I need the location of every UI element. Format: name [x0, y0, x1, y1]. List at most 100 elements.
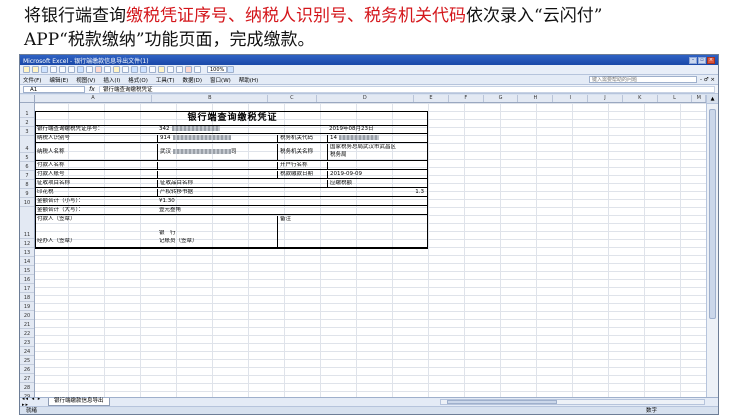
research-icon[interactable] — [86, 66, 93, 73]
payer-account-label: 付款人账号 — [37, 171, 65, 177]
sort-asc-icon[interactable] — [167, 66, 174, 73]
menu-data[interactable]: 数据(D) — [183, 76, 203, 84]
horizontal-scroll-thumb[interactable] — [447, 400, 557, 404]
row-header[interactable]: 4 — [20, 136, 34, 153]
sheet-tab[interactable]: 银行端缴款信息导出 — [48, 398, 110, 406]
column-header[interactable]: H — [518, 95, 554, 102]
help-icon[interactable] — [227, 66, 235, 73]
worksheet-grid[interactable]: ABCDEFGHIJKLM 1 2 3 4 5 6 7 8 9 10 11 12 13 14 15 16 17 1… — [20, 95, 718, 397]
row-header[interactable]: 2 — [20, 118, 34, 127]
total-upper-label: 金额合计（大写）： — [37, 207, 84, 213]
row-header[interactable]: 20 — [20, 311, 34, 320]
column-header[interactable]: G — [484, 95, 519, 102]
row-header[interactable]: 19 — [20, 302, 34, 311]
close-button[interactable]: × — [707, 56, 715, 64]
row-header[interactable]: 11 — [20, 207, 34, 239]
restore-button[interactable]: ▫ — [698, 56, 706, 64]
hyperlink-icon[interactable] — [149, 66, 156, 73]
workbook-window-controls[interactable]: - ♂ × — [697, 77, 715, 83]
select-all-corner[interactable] — [20, 95, 35, 102]
row-header[interactable]: 10 — [20, 198, 34, 207]
column-header[interactable]: B — [152, 95, 269, 102]
payment-date-value: 2019-09-09 — [327, 171, 428, 178]
tax-office-code-label: 税务机关代码 — [277, 135, 327, 142]
vertical-scrollbar[interactable]: ▲ — [706, 95, 718, 397]
row-header[interactable]: 21 — [20, 320, 34, 329]
row-header[interactable]: 24 — [20, 347, 34, 356]
formula-input[interactable]: 银行端查询缴税凭证 — [99, 85, 715, 93]
row-header[interactable]: 15 — [20, 266, 34, 275]
row-header[interactable]: 27 — [20, 374, 34, 383]
menu-file[interactable]: 文件(F) — [23, 76, 41, 84]
redo-icon[interactable] — [140, 66, 147, 73]
menu-window[interactable]: 窗口(W) — [210, 76, 231, 84]
row-header[interactable]: 25 — [20, 356, 34, 365]
menu-format[interactable]: 格式(O) — [128, 76, 148, 84]
row-header[interactable]: 23 — [20, 338, 34, 347]
row-header[interactable]: 14 — [20, 257, 34, 266]
save-icon[interactable] — [41, 66, 48, 73]
scroll-up-icon[interactable]: ▲ — [707, 95, 718, 104]
row-header[interactable]: 9 — [20, 189, 34, 198]
column-header[interactable]: K — [623, 95, 658, 102]
caption-line-2: APP“税款缴纳”功能页面，完成缴款。 — [24, 30, 315, 50]
row-header[interactable]: 3 — [20, 127, 34, 136]
zoom-dropdown[interactable]: 100% — [207, 66, 228, 73]
menu-insert[interactable]: 插入(I) — [103, 76, 120, 84]
paste-icon[interactable] — [113, 66, 120, 73]
column-header[interactable]: M — [692, 95, 707, 102]
row-header[interactable]: 16 — [20, 275, 34, 284]
row-header[interactable]: 12 — [20, 239, 34, 248]
row-header[interactable]: 26 — [20, 365, 34, 374]
total-upper-value: 壹元叁角 — [159, 207, 182, 213]
minimize-button[interactable]: – — [689, 56, 697, 64]
row-header[interactable]: 22 — [20, 329, 34, 338]
column-header[interactable]: L — [658, 95, 693, 102]
status-num-lock: 数字 — [646, 408, 658, 414]
permission-icon[interactable] — [50, 66, 57, 73]
cell-area[interactable]: 银行端查询缴税凭证 银行端查询缴税凭证序号： 342 2019年08月23日 纳… — [35, 103, 706, 397]
row-header[interactable]: 7 — [20, 171, 34, 180]
menu-tools[interactable]: 工具(T) — [156, 76, 175, 84]
row-header[interactable]: 5 — [20, 153, 34, 162]
column-header[interactable]: A — [35, 95, 153, 102]
menu-view[interactable]: 视图(V) — [76, 76, 95, 84]
help-question-input[interactable]: 键入需要帮助的问题 — [589, 76, 697, 83]
function-icon[interactable]: fx — [85, 86, 99, 93]
column-header[interactable]: E — [414, 95, 449, 102]
remarks-label: 备注 — [277, 216, 428, 247]
menu-edit[interactable]: 编辑(E) — [49, 76, 68, 84]
row-header[interactable]: 13 — [20, 248, 34, 257]
horizontal-scrollbar[interactable] — [440, 399, 705, 405]
chart-wizard-icon[interactable] — [185, 66, 192, 73]
column-header[interactable]: F — [449, 95, 484, 102]
row-header[interactable]: 6 — [20, 162, 34, 171]
drawing-icon[interactable] — [194, 66, 201, 73]
open-icon[interactable] — [32, 66, 39, 73]
undo-icon[interactable] — [131, 66, 138, 73]
row-header[interactable]: 17 — [20, 284, 34, 293]
new-icon[interactable] — [23, 66, 30, 73]
row-header[interactable]: 8 — [20, 180, 34, 189]
autosum-icon[interactable] — [158, 66, 165, 73]
row-header[interactable]: 1 — [20, 103, 34, 118]
menu-help[interactable]: 帮助(H) — [239, 76, 258, 84]
spelling-icon[interactable] — [77, 66, 84, 73]
copy-icon[interactable] — [104, 66, 111, 73]
cut-icon[interactable] — [95, 66, 102, 73]
column-header[interactable]: C — [268, 95, 317, 102]
column-header[interactable]: J — [588, 95, 623, 102]
format-painter-icon[interactable] — [122, 66, 129, 73]
print-icon[interactable] — [59, 66, 66, 73]
sort-desc-icon[interactable] — [176, 66, 183, 73]
print-preview-icon[interactable] — [68, 66, 75, 73]
bank-label: 银 行 — [159, 230, 176, 236]
row-header[interactable]: 28 — [20, 383, 34, 392]
name-box[interactable]: A1 — [23, 85, 85, 93]
row-header[interactable]: 18 — [20, 293, 34, 302]
tax-due-label: 应缴税额 — [327, 180, 428, 187]
total-lower-label: 金额合计（小写）： — [37, 198, 84, 204]
vertical-scroll-thumb[interactable] — [709, 109, 716, 319]
column-header[interactable]: I — [553, 95, 589, 102]
column-header[interactable]: D — [317, 95, 415, 102]
